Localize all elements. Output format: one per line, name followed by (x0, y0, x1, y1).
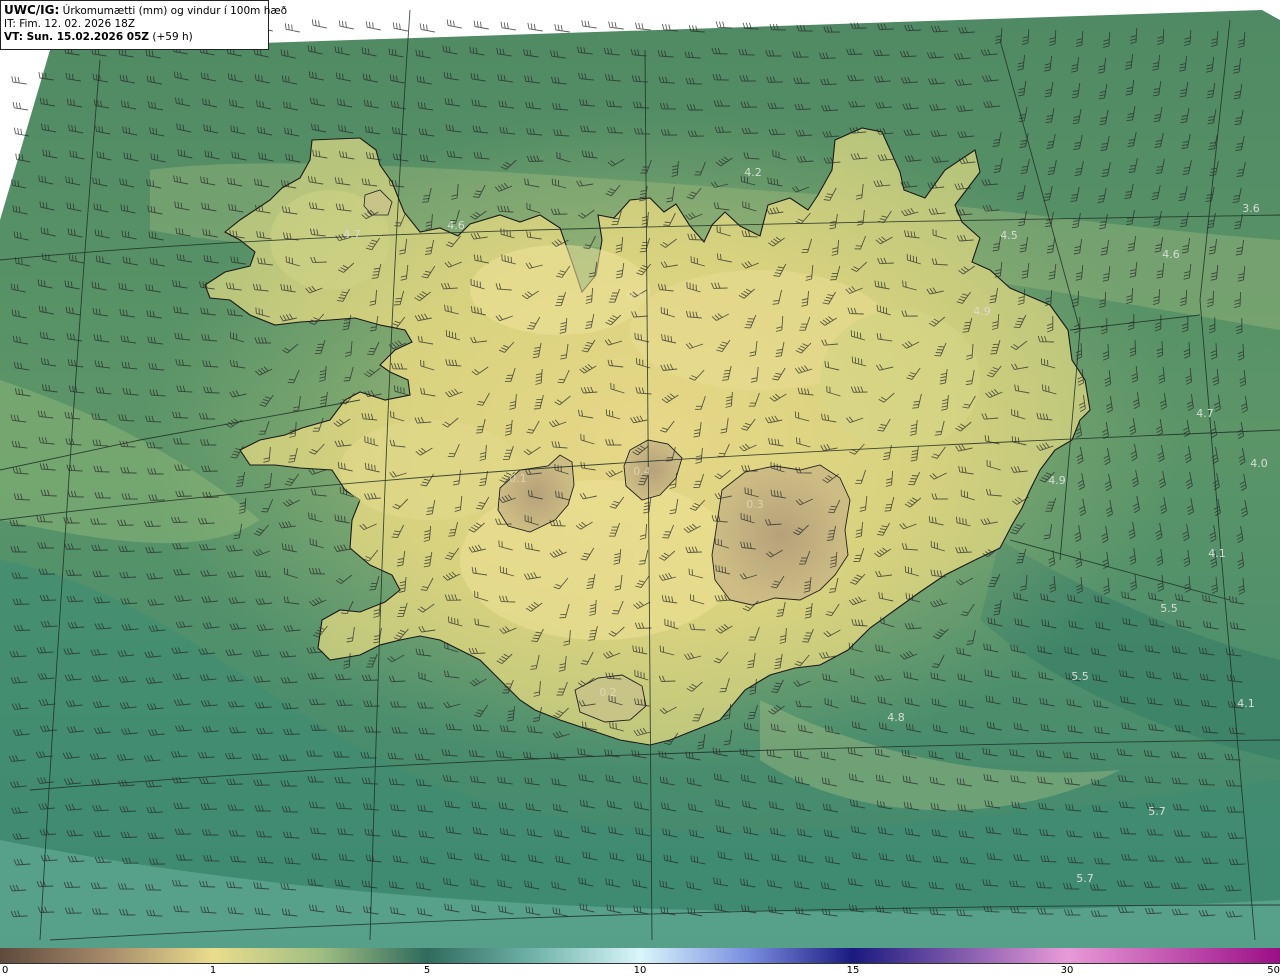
precip-value-label: 4.5 (1000, 229, 1018, 242)
forecast-map[interactable]: 4.2 3.6 4.7 4.6 4.5 4.6 0.5 4.9 4.7 4.0 0.4 0.1 4.9 0… (0, 0, 1280, 948)
colorbar-tick: 1 (209, 965, 217, 976)
precip-value-label: 4.7 (343, 228, 361, 241)
precip-value-label: 4.6 (1162, 248, 1180, 261)
precip-value-label: 4.9 (1048, 474, 1066, 487)
colorbar: 0 1 5 10 15 30 50 (0, 948, 1280, 978)
valid-time-row: VT: Sun. 15.02.2026 05Z (+59 h) (4, 31, 264, 44)
colorbar-tick: 30 (1060, 965, 1074, 976)
init-time: IT: Fim. 12. 02. 2026 18Z (4, 18, 136, 30)
precip-value-label: 4.2 (744, 166, 762, 179)
precip-value-label: 4.0 (1250, 457, 1268, 470)
map-title: Úrkomumætti (mm) og vindur í 100m hæð (62, 5, 288, 17)
precip-value-label: 4.8 (887, 711, 905, 724)
info-title-row: UWC/IG: Úrkomumætti (mm) og vindur í 100… (4, 3, 287, 18)
map-info-box: UWC/IG: Úrkomumætti (mm) og vindur í 100… (0, 0, 287, 50)
precip-value-label: 0.1 (509, 472, 527, 485)
precip-value-label: 4.1 (1237, 697, 1255, 710)
precip-value-label: 4.7 (1196, 407, 1214, 420)
precip-value-label: 5.7 (1148, 805, 1166, 818)
model-label: UWC/IG: (4, 3, 60, 17)
lead-time: (+59 h) (152, 31, 193, 43)
precip-value-label: 5.5 (1160, 602, 1178, 615)
precip-value-label: 0.4 (633, 465, 651, 478)
precip-value-label: 0.5 (626, 289, 644, 302)
colorbar-tick: 5 (423, 965, 431, 976)
colorbar-tick: 50 (1267, 965, 1280, 976)
precip-value-label: 3.6 (1242, 202, 1260, 215)
precip-value-label: 4.6 (447, 219, 465, 232)
precip-value-label: 5.5 (1071, 670, 1089, 683)
precip-value-label: 5.7 (1076, 872, 1094, 885)
colorbar-tick: 15 (846, 965, 860, 976)
precip-value-label: 0.2 (599, 686, 617, 699)
precip-value-label: 4.9 (973, 305, 991, 318)
colorbar-gradient (0, 948, 1280, 964)
precip-value-label: 4.1 (1208, 547, 1226, 560)
weather-map-view: 4.2 3.6 4.7 4.6 4.5 4.6 0.5 4.9 4.7 4.0 0.4 0.1 4.9 0… (0, 0, 1280, 978)
precip-value-label: 0.3 (746, 498, 764, 511)
valid-time: VT: Sun. 15.02.2026 05Z (4, 31, 150, 43)
colorbar-tick: 10 (633, 965, 647, 976)
colorbar-tick: 0 (2, 965, 9, 976)
